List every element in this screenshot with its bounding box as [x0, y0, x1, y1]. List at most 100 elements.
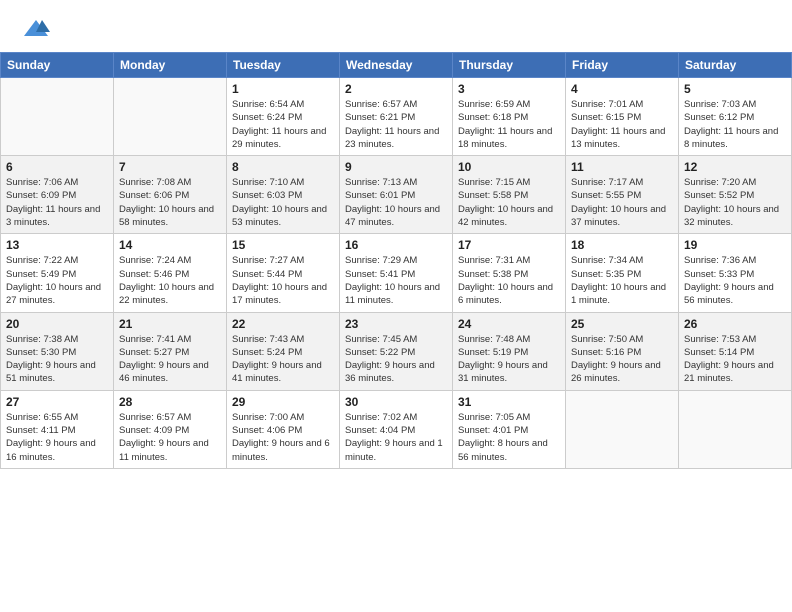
- calendar-week-1: 1 Sunrise: 6:54 AMSunset: 6:24 PMDaylight…: [1, 78, 792, 156]
- calendar-week-2: 6Sunrise: 7:06 AMSunset: 6:09 PMDaylight…: [1, 156, 792, 234]
- calendar-cell: 11 Sunrise: 7:17 AMSunset: 5:55 PMDayligh…: [566, 156, 679, 234]
- day-number: 12: [684, 160, 786, 174]
- calendar-cell: 21Sunrise: 7:41 AMSunset: 5:27 PMDayligh…: [114, 312, 227, 390]
- day-number: 29: [232, 395, 334, 409]
- day-info: Sunrise: 7:43 AMSunset: 5:24 PMDaylight:…: [232, 333, 334, 386]
- weekday-header-friday: Friday: [566, 53, 679, 78]
- day-number: 2: [345, 82, 447, 96]
- day-number: 3: [458, 82, 560, 96]
- day-number: 20: [6, 317, 108, 331]
- day-info: Sunrise: 6:55 AMSunset: 4:11 PMDaylight:…: [6, 411, 108, 464]
- calendar-cell: 31 Sunrise: 7:05 AMSunset: 4:01 PMDayligh…: [453, 390, 566, 468]
- weekday-header-saturday: Saturday: [679, 53, 792, 78]
- day-info: Sunrise: 7:53 AMSunset: 5:14 PMDaylight:…: [684, 333, 786, 386]
- calendar-cell: 2 Sunrise: 6:57 AMSunset: 6:21 PMDaylight…: [340, 78, 453, 156]
- calendar-cell: [679, 390, 792, 468]
- calendar-cell: 20 Sunrise: 7:38 AMSunset: 5:30 PMDayligh…: [1, 312, 114, 390]
- calendar-cell: 29 Sunrise: 7:00 AMSunset: 4:06 PMDayligh…: [227, 390, 340, 468]
- day-number: 24: [458, 317, 560, 331]
- calendar-cell: 10 Sunrise: 7:15 AMSunset: 5:58 PMDayligh…: [453, 156, 566, 234]
- calendar-cell: 17Sunrise: 7:31 AMSunset: 5:38 PMDayligh…: [453, 234, 566, 312]
- day-info: Sunrise: 7:03 AMSunset: 6:12 PMDaylight:…: [684, 98, 786, 151]
- calendar-cell: 28 Sunrise: 6:57 AMSunset: 4:09 PMDayligh…: [114, 390, 227, 468]
- day-number: 10: [458, 160, 560, 174]
- day-number: 11: [571, 160, 673, 174]
- day-info: Sunrise: 7:00 AMSunset: 4:06 PMDaylight:…: [232, 411, 334, 464]
- calendar-cell: 19 Sunrise: 7:36 AMSunset: 5:33 PMDayligh…: [679, 234, 792, 312]
- calendar-cell: 16Sunrise: 7:29 AMSunset: 5:41 PMDayligh…: [340, 234, 453, 312]
- day-info: Sunrise: 7:45 AMSunset: 5:22 PMDaylight:…: [345, 333, 447, 386]
- weekday-header-wednesday: Wednesday: [340, 53, 453, 78]
- calendar-cell: 12 Sunrise: 7:20 AMSunset: 5:52 PMDayligh…: [679, 156, 792, 234]
- day-number: 25: [571, 317, 673, 331]
- day-number: 27: [6, 395, 108, 409]
- day-info: Sunrise: 7:50 AMSunset: 5:16 PMDaylight:…: [571, 333, 673, 386]
- calendar-cell: 7 Sunrise: 7:08 AMSunset: 6:06 PMDaylight…: [114, 156, 227, 234]
- calendar-cell: 13 Sunrise: 7:22 AMSunset: 5:49 PMDayligh…: [1, 234, 114, 312]
- calendar-cell: [1, 78, 114, 156]
- day-info: Sunrise: 6:57 AMSunset: 4:09 PMDaylight:…: [119, 411, 221, 464]
- page-header: [0, 0, 792, 52]
- day-number: 26: [684, 317, 786, 331]
- day-number: 4: [571, 82, 673, 96]
- day-number: 16: [345, 238, 447, 252]
- calendar-cell: 23 Sunrise: 7:45 AMSunset: 5:22 PMDayligh…: [340, 312, 453, 390]
- day-info: Sunrise: 7:22 AMSunset: 5:49 PMDaylight:…: [6, 254, 108, 307]
- calendar-cell: 27 Sunrise: 6:55 AMSunset: 4:11 PMDayligh…: [1, 390, 114, 468]
- calendar-cell: 25 Sunrise: 7:50 AMSunset: 5:16 PMDayligh…: [566, 312, 679, 390]
- day-number: 8: [232, 160, 334, 174]
- day-number: 13: [6, 238, 108, 252]
- logo: [20, 16, 50, 44]
- day-info: Sunrise: 7:20 AMSunset: 5:52 PMDaylight:…: [684, 176, 786, 229]
- calendar-cell: 30 Sunrise: 7:02 AMSunset: 4:04 PMDayligh…: [340, 390, 453, 468]
- day-info: Sunrise: 7:27 AMSunset: 5:44 PMDaylight:…: [232, 254, 334, 307]
- weekday-header-monday: Monday: [114, 53, 227, 78]
- day-number: 19: [684, 238, 786, 252]
- day-info: Sunrise: 6:57 AMSunset: 6:21 PMDaylight:…: [345, 98, 447, 151]
- day-number: 28: [119, 395, 221, 409]
- day-number: 23: [345, 317, 447, 331]
- day-number: 18: [571, 238, 673, 252]
- day-info: Sunrise: 6:59 AMSunset: 6:18 PMDaylight:…: [458, 98, 560, 151]
- day-number: 15: [232, 238, 334, 252]
- day-info: Sunrise: 7:17 AMSunset: 5:55 PMDaylight:…: [571, 176, 673, 229]
- weekday-header-row: SundayMondayTuesdayWednesdayThursdayFrid…: [1, 53, 792, 78]
- day-info: Sunrise: 7:38 AMSunset: 5:30 PMDaylight:…: [6, 333, 108, 386]
- day-info: Sunrise: 7:24 AMSunset: 5:46 PMDaylight:…: [119, 254, 221, 307]
- day-info: Sunrise: 7:01 AMSunset: 6:15 PMDaylight:…: [571, 98, 673, 151]
- day-info: Sunrise: 7:36 AMSunset: 5:33 PMDaylight:…: [684, 254, 786, 307]
- calendar-cell: 9 Sunrise: 7:13 AMSunset: 6:01 PMDaylight…: [340, 156, 453, 234]
- calendar-cell: 1 Sunrise: 6:54 AMSunset: 6:24 PMDaylight…: [227, 78, 340, 156]
- calendar-week-3: 13 Sunrise: 7:22 AMSunset: 5:49 PMDayligh…: [1, 234, 792, 312]
- calendar-cell: 4 Sunrise: 7:01 AMSunset: 6:15 PMDaylight…: [566, 78, 679, 156]
- weekday-header-sunday: Sunday: [1, 53, 114, 78]
- day-number: 30: [345, 395, 447, 409]
- calendar-week-4: 20 Sunrise: 7:38 AMSunset: 5:30 PMDayligh…: [1, 312, 792, 390]
- day-info: Sunrise: 7:08 AMSunset: 6:06 PMDaylight:…: [119, 176, 221, 229]
- day-info: Sunrise: 6:54 AMSunset: 6:24 PMDaylight:…: [232, 98, 334, 151]
- day-info: Sunrise: 7:10 AMSunset: 6:03 PMDaylight:…: [232, 176, 334, 229]
- day-info: Sunrise: 7:02 AMSunset: 4:04 PMDaylight:…: [345, 411, 447, 464]
- day-info: Sunrise: 7:05 AMSunset: 4:01 PMDaylight:…: [458, 411, 560, 464]
- day-number: 17: [458, 238, 560, 252]
- day-info: Sunrise: 7:15 AMSunset: 5:58 PMDaylight:…: [458, 176, 560, 229]
- day-info: Sunrise: 7:13 AMSunset: 6:01 PMDaylight:…: [345, 176, 447, 229]
- calendar-cell: 24Sunrise: 7:48 AMSunset: 5:19 PMDayligh…: [453, 312, 566, 390]
- day-number: 9: [345, 160, 447, 174]
- calendar-cell: 26 Sunrise: 7:53 AMSunset: 5:14 PMDayligh…: [679, 312, 792, 390]
- calendar-table: SundayMondayTuesdayWednesdayThursdayFrid…: [0, 52, 792, 469]
- day-number: 6: [6, 160, 108, 174]
- weekday-header-thursday: Thursday: [453, 53, 566, 78]
- day-number: 5: [684, 82, 786, 96]
- day-number: 31: [458, 395, 560, 409]
- day-number: 7: [119, 160, 221, 174]
- calendar-week-5: 27 Sunrise: 6:55 AMSunset: 4:11 PMDayligh…: [1, 390, 792, 468]
- calendar-cell: 3 Sunrise: 6:59 AMSunset: 6:18 PMDaylight…: [453, 78, 566, 156]
- calendar-cell: 14Sunrise: 7:24 AMSunset: 5:46 PMDayligh…: [114, 234, 227, 312]
- calendar-cell: [114, 78, 227, 156]
- day-number: 1: [232, 82, 334, 96]
- day-info: Sunrise: 7:41 AMSunset: 5:27 PMDaylight:…: [119, 333, 221, 386]
- calendar-body: 1 Sunrise: 6:54 AMSunset: 6:24 PMDaylight…: [1, 78, 792, 469]
- weekday-header-tuesday: Tuesday: [227, 53, 340, 78]
- day-number: 22: [232, 317, 334, 331]
